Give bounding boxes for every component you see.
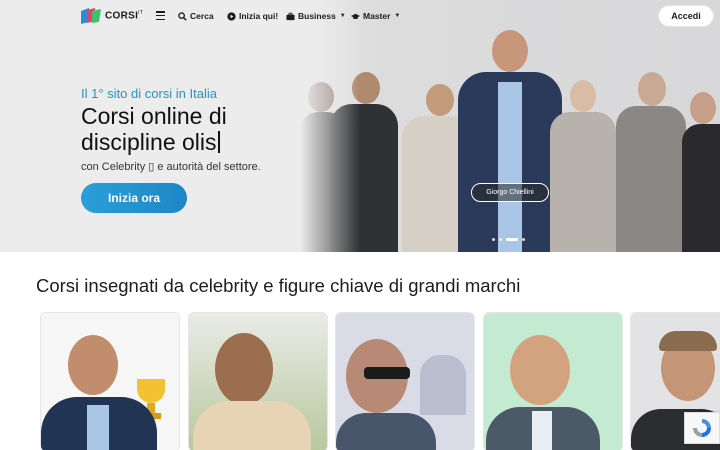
hero-tagline: Il 1° sito di corsi in Italia (81, 86, 217, 101)
nav-start-here[interactable]: Inizia qui! (227, 11, 278, 21)
search-icon (178, 11, 187, 21)
start-now-button[interactable]: Inizia ora (81, 183, 187, 213)
person-silhouette (616, 72, 686, 252)
typing-cursor (217, 131, 220, 153)
person-silhouette (682, 92, 720, 252)
recaptcha-badge[interactable] (684, 412, 720, 444)
chevron-down-icon: ▼ (394, 13, 401, 19)
hero-celebrity-photo (300, 0, 720, 252)
nav-master-label: Master (363, 11, 391, 21)
play-circle-icon (227, 11, 236, 21)
hero-subline: con Celebrity ▯ e autorità del settore. (81, 161, 261, 173)
celebrity-course-carousel (40, 312, 720, 450)
nav-master[interactable]: Master ▼ (351, 11, 400, 21)
statue-illustration (420, 355, 466, 415)
logo-superscript: IT (138, 10, 144, 17)
nav-business-label: Business (298, 11, 336, 21)
carousel-dots (492, 238, 525, 241)
menu-icon[interactable] (156, 11, 165, 20)
chevron-down-icon: ▼ (339, 13, 346, 19)
hero-banner: Il 1° sito di corsi in Italia Corsi onli… (0, 0, 720, 252)
course-card[interactable] (483, 312, 623, 450)
top-navigation: CORSIIT Cerca Inizia qui! Business ▼ Mas… (0, 0, 720, 34)
recaptcha-icon (693, 419, 711, 437)
carousel-dot[interactable] (522, 238, 525, 241)
nav-business[interactable]: Business ▼ (286, 11, 346, 21)
carousel-dot-active[interactable] (506, 238, 518, 241)
course-card[interactable] (40, 312, 180, 450)
logo-wordmark: CORSIIT (105, 10, 143, 21)
person-silhouette (550, 80, 616, 252)
login-button[interactable]: Accedi (658, 5, 714, 27)
nav-search-label: Cerca (190, 11, 214, 21)
person-silhouette-featured (458, 30, 562, 252)
briefcase-icon (286, 12, 295, 20)
carousel-dot[interactable] (499, 238, 502, 241)
nav-search[interactable]: Cerca (178, 11, 214, 21)
hero-headline: Corsi online di discipline olis (81, 103, 311, 155)
logo-mark-icon (81, 8, 101, 24)
hero-headline-text: Corsi online di discipline olis (81, 103, 227, 155)
section-title: Corsi insegnati da celebrity e figure ch… (36, 275, 521, 296)
nav-start-here-label: Inizia qui! (239, 11, 279, 21)
graduation-cap-icon (351, 13, 360, 19)
carousel-dot[interactable] (492, 238, 495, 241)
course-card[interactable] (335, 312, 475, 450)
site-logo[interactable]: CORSIIT (81, 8, 143, 24)
course-card[interactable] (188, 312, 328, 450)
featured-name-badge[interactable]: Giorgo Chiellini (471, 183, 549, 202)
logo-text: CORSI (105, 10, 139, 22)
